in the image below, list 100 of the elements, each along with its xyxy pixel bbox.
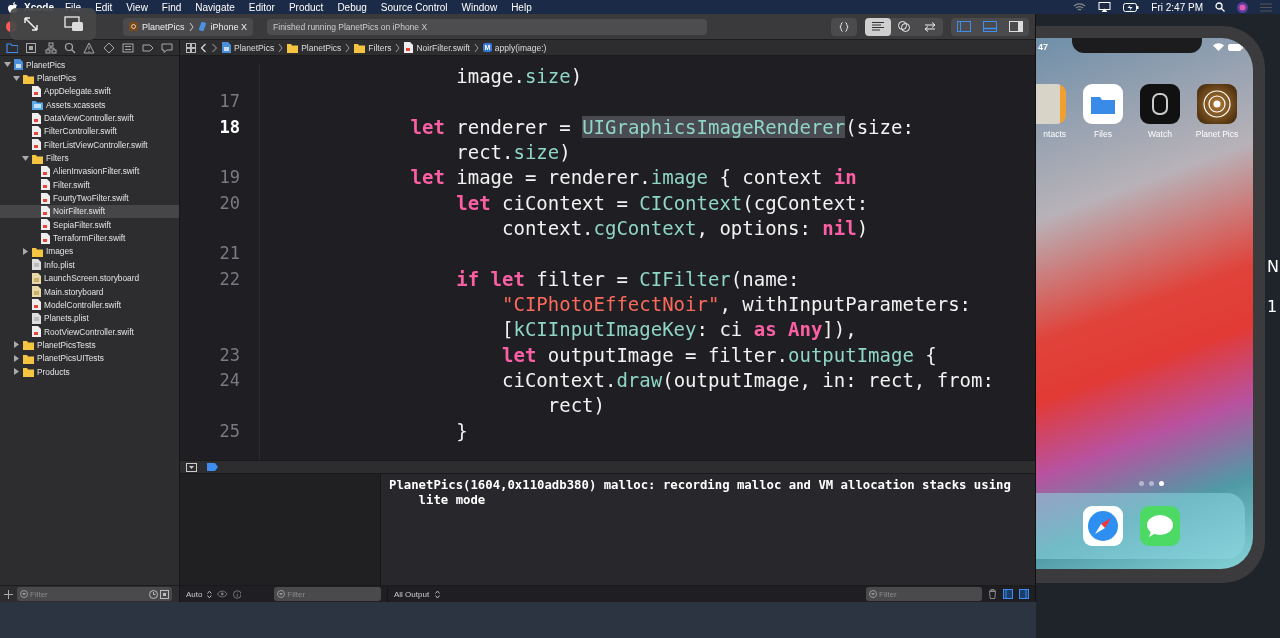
scope-icon[interactable] <box>160 589 169 599</box>
breadcrumb[interactable]: PlanetPics <box>222 42 275 53</box>
breadcrumb-label: PlanetPics <box>301 42 342 53</box>
grid-icon[interactable] <box>186 42 196 53</box>
menu-item[interactable]: View <box>119 1 155 13</box>
code-line: } <box>455 418 469 444</box>
line-number: 25 <box>218 419 241 443</box>
back-icon[interactable] <box>200 42 207 53</box>
swift-file-icon <box>41 179 50 191</box>
menu-item[interactable]: Navigate <box>188 1 242 13</box>
page-dot[interactable] <box>1139 481 1144 486</box>
swift-file-icon <box>41 232 50 244</box>
file-tree-row[interactable]: ModelController.swift <box>0 298 179 312</box>
file-tree-row[interactable]: SepiaFilter.swift <box>0 218 179 232</box>
navigator-tab[interactable] <box>42 40 59 55</box>
scheme-name[interactable]: PlanetPics <box>142 21 185 32</box>
project-file-icon <box>222 42 231 53</box>
hide-debug-area-icon[interactable] <box>186 462 197 472</box>
navigator-tab[interactable] <box>3 40 20 55</box>
menu-item[interactable]: Editor <box>241 1 282 13</box>
breadcrumb-label: Filters <box>368 42 392 53</box>
breadcrumb[interactable]: NoirFilter.swift <box>404 42 470 53</box>
clock-icon[interactable] <box>149 589 158 599</box>
file-tree-row[interactable]: PlanetPics <box>0 71 179 85</box>
file-tree-row[interactable]: PlanetPics <box>0 58 179 72</box>
folder-icon <box>23 352 34 364</box>
file-tree-row[interactable]: Filter.swift <box>0 178 179 192</box>
menu-item[interactable]: Product <box>281 1 331 13</box>
scope-selector[interactable]: Auto <box>186 589 203 599</box>
search-icon[interactable] <box>1215 2 1225 12</box>
navigator-tab[interactable] <box>159 40 176 55</box>
page-dot[interactable] <box>1149 481 1154 486</box>
editor-mode-button[interactable] <box>865 17 891 36</box>
background-text: N <box>1267 257 1279 276</box>
menu-item[interactable]: Source Control <box>373 1 455 13</box>
disclosure-triangle-down-icon[interactable] <box>22 154 29 162</box>
pane-toggle-icon[interactable] <box>1003 589 1013 599</box>
clock-text[interactable]: Fri 2:47 PM <box>1151 1 1203 13</box>
breadcrumb[interactable]: PlanetPics <box>287 42 342 53</box>
chevron-icon <box>473 42 479 53</box>
eye-icon[interactable] <box>217 590 228 598</box>
picture-in-picture-icon[interactable] <box>63 16 84 32</box>
file-tree-row[interactable]: Images <box>0 244 179 259</box>
output-selector[interactable]: All Output <box>394 589 430 599</box>
file-tree-row[interactable]: TerraformFilter.swift <box>0 231 179 245</box>
folder-icon <box>23 339 34 351</box>
square-icon <box>25 41 38 54</box>
file-tree-row[interactable]: PlanetPicsUITests <box>0 351 179 365</box>
battery-icon <box>1228 43 1243 51</box>
folder-app-icon[interactable] <box>1083 84 1123 124</box>
file-tree-row[interactable]: RootViewController.swift <box>0 324 179 339</box>
scheme-selector[interactable]: PlanetPics iPhone X <box>123 17 254 36</box>
disclosure-triangle-right-icon[interactable] <box>22 248 29 255</box>
menu-item[interactable]: Find <box>154 1 189 13</box>
airplay-icon[interactable] <box>1098 2 1112 12</box>
file-tree-row[interactable]: FilterController.swift <box>0 124 179 139</box>
compass-app-icon[interactable] <box>1083 506 1123 546</box>
file-tree-row[interactable]: FilterListViewController.swift <box>0 138 179 152</box>
code-line: context.cgContext, options: nil) <box>501 216 870 242</box>
file-tree-row[interactable]: Info.plist <box>0 258 179 272</box>
file-tree-row[interactable]: NoirFilter.swift <box>0 204 179 219</box>
resize-arrows-icon[interactable] <box>22 16 39 32</box>
swift-file-icon <box>32 326 41 338</box>
navigator-tab[interactable] <box>81 40 98 55</box>
asset-catalog-icon <box>32 99 43 111</box>
file-tree-row[interactable]: AppDelegate.swift <box>0 84 179 99</box>
file-tree-row[interactable]: LaunchScreen.storyboard <box>0 271 179 285</box>
file-tree-row[interactable]: PlanetPicsTests <box>0 338 179 352</box>
pane-toggle-icon[interactable] <box>1019 589 1029 599</box>
code-line: image.size) <box>455 64 584 89</box>
orbit-app-icon[interactable] <box>1197 84 1237 124</box>
menu-item[interactable]: Debug <box>330 1 374 13</box>
breadcrumb[interactable]: Filters <box>354 42 392 53</box>
file-tree-row[interactable]: AlienInvasionFilter.swift <box>0 164 179 179</box>
menu-item[interactable]: Window <box>454 1 505 13</box>
file-tree-row[interactable]: Planets.plist <box>0 311 179 325</box>
plus-icon[interactable] <box>4 589 13 599</box>
lines-icon <box>872 22 884 31</box>
file-tree-row[interactable]: DataViewController.swift <box>0 111 179 125</box>
app-label: Files <box>1094 129 1112 139</box>
breakpoint-icon[interactable] <box>207 463 218 471</box>
code-line: if let filter = CIFilter(name: <box>455 266 801 292</box>
battery-icon[interactable] <box>1123 2 1140 12</box>
file-tree-row[interactable]: FourtyTwoFilter.swift <box>0 191 179 205</box>
file-tree-row[interactable]: Filters <box>0 151 179 165</box>
device-name[interactable]: iPhone X <box>210 21 248 32</box>
siri-icon[interactable] <box>1237 1 1248 13</box>
trash-icon[interactable] <box>988 589 997 599</box>
hierarchy-icon <box>44 41 57 54</box>
code-line: let image = renderer.image { context in <box>409 165 858 191</box>
watch-app-icon[interactable] <box>1140 84 1180 124</box>
file-tree-row[interactable]: Products <box>0 364 179 379</box>
file-tree-row[interactable]: Main.storyboard <box>0 284 179 299</box>
braces-icon <box>839 21 849 32</box>
menu-item[interactable]: Edit <box>88 1 120 13</box>
file-tree-row[interactable]: Assets.xcassets <box>0 98 179 112</box>
info-icon[interactable] <box>232 589 242 599</box>
wifi-icon[interactable] <box>1073 2 1087 12</box>
menu-item[interactable]: Help <box>504 1 539 13</box>
page-dot[interactable] <box>1159 481 1164 486</box>
